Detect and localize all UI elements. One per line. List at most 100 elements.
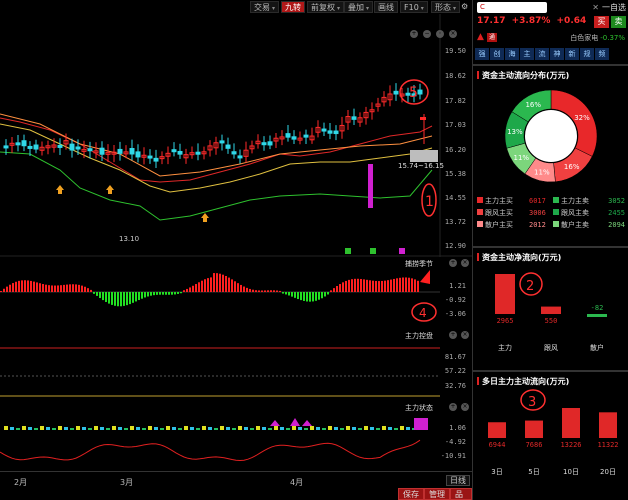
- multi-day-category: 5日: [528, 468, 539, 476]
- close-icon[interactable]: ✕: [592, 3, 599, 12]
- tab-2[interactable]: 海: [505, 48, 519, 60]
- histogram-bar: [267, 290, 269, 292]
- histogram-bar: [297, 292, 299, 300]
- state-bar: [220, 426, 224, 430]
- candle-body: [147, 155, 153, 159]
- histogram-bar: [342, 282, 344, 292]
- state-bar: [106, 428, 110, 430]
- histogram-bar: [156, 292, 158, 295]
- net-flow-category: 散户: [590, 343, 604, 352]
- candle-body: [303, 134, 309, 138]
- state-bar: [226, 427, 230, 430]
- tab-3[interactable]: 主: [520, 48, 534, 60]
- candle-body: [291, 136, 297, 140]
- flow-in-label: 跟风主买: [485, 209, 513, 217]
- quote-header: C ✕ 一自选 17.17 +3.87% +0.64 买 卖: [473, 0, 628, 30]
- annotation-4: 4: [419, 306, 427, 320]
- histogram-bar: [354, 278, 356, 292]
- state-bar: [346, 426, 350, 430]
- target-marker: [420, 117, 426, 120]
- histogram-bar: [291, 292, 293, 297]
- tab-0[interactable]: 强: [475, 48, 489, 60]
- histogram-bar: [330, 290, 332, 292]
- multi-day-bar: [562, 408, 580, 438]
- tab-1[interactable]: 创: [490, 48, 504, 60]
- histogram-bar: [222, 274, 224, 292]
- histogram-bar: [261, 290, 263, 292]
- toolbar-button-4[interactable]: 画线: [374, 1, 398, 13]
- tab-8[interactable]: 频: [595, 48, 609, 60]
- histogram-bar: [48, 285, 50, 292]
- red-flag-icon: [420, 270, 430, 284]
- chart-area[interactable]: 交易 ▾ 九转 前复权 ▾ 叠加 ▾ 画线 F10 ▾ 形态 ▾ ⚙ 5 1 13.10 15.74~16.1…: [0, 0, 472, 500]
- toolbar-button-1[interactable]: 九转: [281, 1, 305, 13]
- flow-in-label: 散户主买: [485, 221, 513, 229]
- panel4-add-icon[interactable]: +: [449, 403, 457, 411]
- histogram-bar: [381, 280, 383, 292]
- panel3-close-icon[interactable]: ×: [461, 331, 469, 339]
- histogram-bar: [270, 290, 272, 292]
- minus-icon[interactable]: −: [423, 30, 431, 38]
- histogram-bar: [60, 285, 62, 292]
- catch-season-chart[interactable]: 4: [0, 268, 472, 328]
- histogram-bar: [219, 273, 221, 292]
- period-button[interactable]: 日线: [446, 475, 470, 486]
- histogram-bar: [288, 292, 290, 296]
- tab-4[interactable]: 流: [535, 48, 549, 60]
- candle-body: [219, 140, 225, 144]
- panel3-add-icon[interactable]: +: [449, 331, 457, 339]
- watchlist-button[interactable]: ✕ 一自选: [592, 2, 626, 13]
- settings-icon[interactable]: ◦: [436, 30, 444, 38]
- price-range-box: [410, 150, 438, 162]
- histogram-bar: [351, 279, 353, 292]
- sector-info[interactable]: 白色家电 -0.37%: [570, 33, 625, 43]
- legend-swatch: [477, 221, 483, 227]
- tab-5[interactable]: 神: [550, 48, 564, 60]
- histogram-bar: [345, 280, 347, 292]
- control-chart[interactable]: [0, 340, 472, 400]
- histogram-bar: [33, 281, 35, 292]
- panel2-close-icon[interactable]: ×: [461, 259, 469, 267]
- add-icon[interactable]: +: [410, 30, 418, 38]
- settings-icon[interactable]: ⚙: [458, 1, 471, 13]
- histogram-bar: [399, 277, 401, 292]
- toolbar-button-0[interactable]: 交易 ▾: [250, 1, 280, 13]
- sell-button[interactable]: 卖: [611, 16, 626, 28]
- manage-button[interactable]: 管理: [424, 488, 450, 500]
- method-button[interactable]: 品法: [450, 488, 472, 500]
- sector-name: 白色家电: [570, 34, 599, 42]
- middle-band-line: [0, 123, 433, 193]
- histogram-bar: [81, 285, 83, 292]
- panel2-add-icon[interactable]: +: [449, 259, 457, 267]
- buy-button[interactable]: 买: [594, 16, 609, 28]
- histogram-bar: [315, 292, 317, 301]
- kline-chart[interactable]: 5 1 13.10 15.74~16.15: [0, 14, 472, 257]
- save-button[interactable]: 保存: [398, 488, 424, 500]
- toolbar-button-5[interactable]: F10 ▾: [400, 1, 428, 13]
- chevron-down-icon: ▾: [420, 5, 424, 12]
- histogram-bar: [273, 290, 275, 292]
- main-state-chart[interactable]: [0, 412, 472, 471]
- panel4-close-icon[interactable]: ×: [461, 403, 469, 411]
- annotation-3: 3: [528, 395, 536, 410]
- toolbar-button-3[interactable]: 叠加 ▾: [344, 1, 374, 13]
- state-bar: [70, 428, 74, 430]
- fund-flow-section: 资金主动流向分布(万元) 32% 16% 11% 11% 13% 16% 主力主买 6017…: [473, 64, 628, 246]
- state-bar: [136, 427, 140, 430]
- tab-7[interactable]: 规: [580, 48, 594, 60]
- state-bar: [292, 426, 296, 430]
- histogram-bar: [66, 284, 68, 292]
- histogram-bar: [24, 280, 26, 292]
- tab-6[interactable]: 新: [565, 48, 579, 60]
- close-icon[interactable]: ×: [449, 30, 457, 38]
- histogram-bar: [135, 292, 137, 302]
- histogram-bar: [180, 292, 182, 294]
- toolbar-button-2[interactable]: 前复权 ▾: [307, 1, 345, 13]
- multi-day-bar: [599, 412, 617, 438]
- histogram-bar: [165, 292, 167, 295]
- price-axis-label: 16.20: [444, 146, 466, 154]
- net-flow-bar: [587, 314, 607, 317]
- toolbar-button-6[interactable]: 形态 ▾: [431, 1, 461, 13]
- histogram-bar: [312, 292, 314, 302]
- flow-out-value: 3052: [608, 197, 625, 205]
